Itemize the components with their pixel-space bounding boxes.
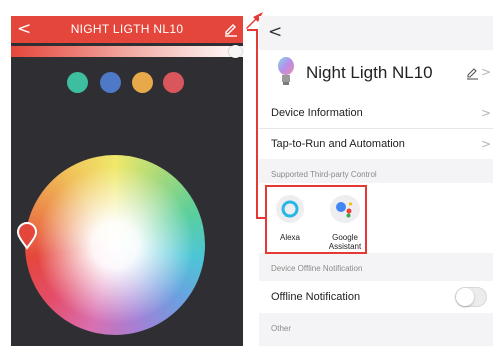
annotation-connector (247, 29, 265, 219)
pencil-icon[interactable] (223, 21, 239, 37)
tap-to-run-label: Tap-to-Run and Automation (271, 138, 405, 150)
color-swatch-teal[interactable] (67, 72, 88, 93)
device-information-label: Device Information (271, 107, 363, 119)
color-swatch-blue[interactable] (100, 72, 121, 93)
color-wheel[interactable] (25, 155, 205, 335)
color-swatch-red[interactable] (163, 72, 184, 93)
device-name: Night Ligth NL10 (306, 63, 433, 82)
page-title: NIGHT LIGTH NL10 (70, 22, 184, 36)
offline-section-label: Device Offline Notification (271, 264, 363, 273)
chevron-right-icon: > (481, 106, 492, 120)
color-swatch-orange[interactable] (132, 72, 153, 93)
chevron-right-icon: > (481, 65, 492, 79)
toggle-knob[interactable] (456, 288, 474, 306)
bulb-icon (278, 57, 294, 85)
color-picker-pin-icon[interactable] (17, 222, 37, 250)
edit-name-icon[interactable] (466, 66, 480, 80)
brightness-slider[interactable] (11, 46, 243, 57)
offline-notification-label: Offline Notification (271, 291, 361, 303)
slider-knob[interactable] (229, 45, 242, 58)
highlight-box (265, 185, 367, 254)
chevron-right-icon: > (481, 137, 492, 151)
third-party-section-label: Supported Third-party Control (271, 170, 377, 179)
back-button[interactable]: < (17, 19, 31, 39)
other-section-label: Other (271, 324, 292, 333)
